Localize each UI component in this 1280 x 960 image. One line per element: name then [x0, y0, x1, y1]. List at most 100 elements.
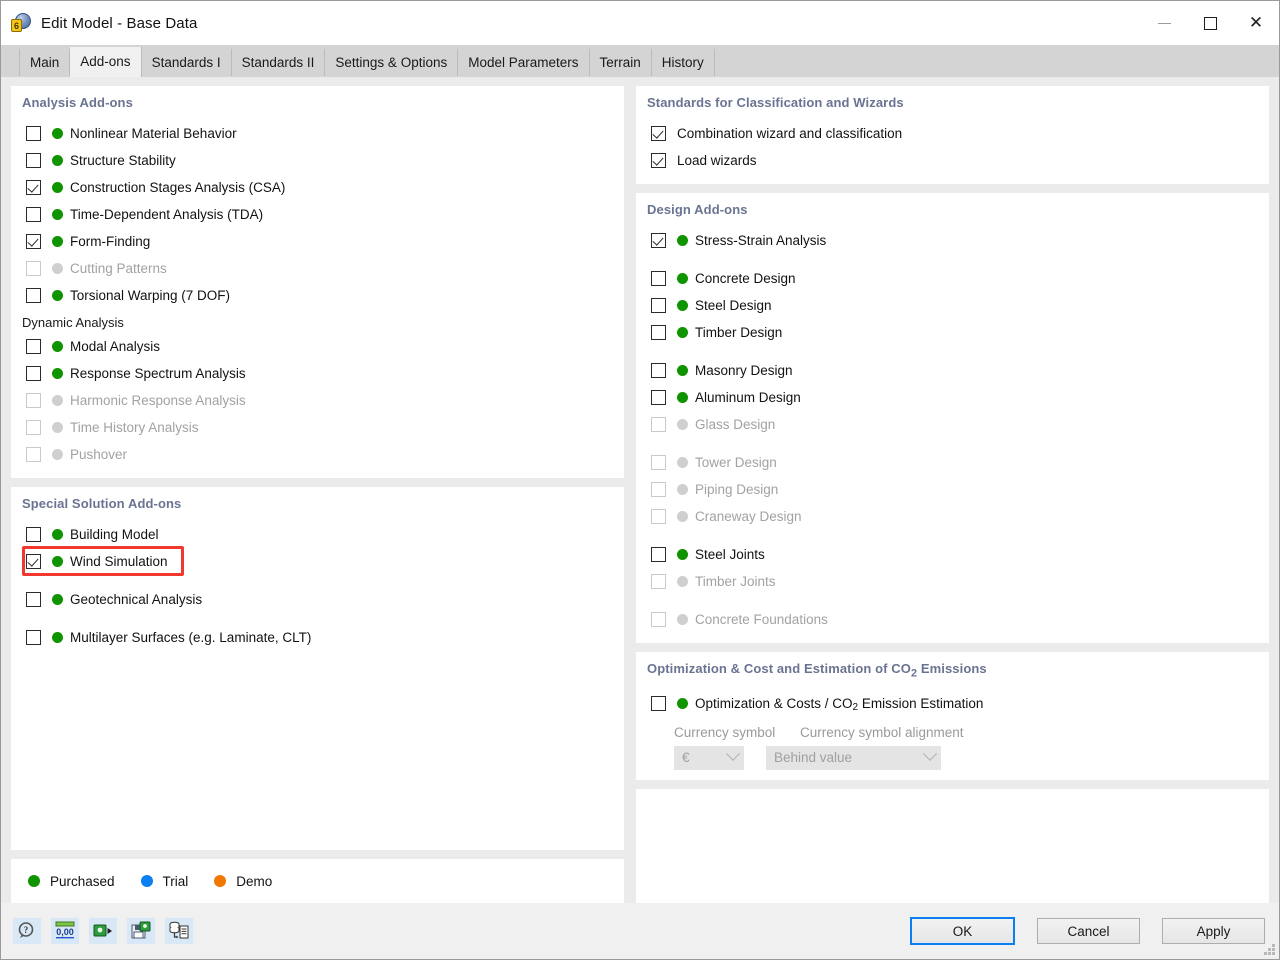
- resize-grip[interactable]: [1264, 944, 1276, 956]
- addon-row-modal-analysis[interactable]: Modal Analysis: [21, 333, 614, 360]
- status-dot-purchased: [677, 235, 688, 246]
- currency-symbol-select[interactable]: €: [674, 746, 744, 770]
- analysis-addons-title: Analysis Add-ons: [22, 95, 614, 110]
- addon-row-combination-wizard-and-classification[interactable]: Combination wizard and classification: [646, 120, 1259, 147]
- optimization-costs-row[interactable]: Optimization & Costs / CO2 Emission Esti…: [646, 690, 1259, 717]
- addon-row-steel-joints[interactable]: Steel Joints: [646, 541, 1259, 568]
- tab-standards-i[interactable]: Standards I: [142, 49, 232, 77]
- addon-row-timber-joints[interactable]: Timber Joints: [646, 568, 1259, 595]
- checkbox-nonlinear-material-behavior[interactable]: [26, 126, 41, 141]
- status-dot-purchased: [52, 209, 63, 220]
- currency-alignment-select[interactable]: Behind value: [766, 746, 941, 770]
- tab-history[interactable]: History: [652, 49, 715, 77]
- checkbox-timber-design[interactable]: [651, 325, 666, 340]
- addon-row-concrete-design[interactable]: Concrete Design: [646, 265, 1259, 292]
- addon-label-harmonic-response-analysis: Harmonic Response Analysis: [70, 393, 246, 408]
- checkbox-steel-design[interactable]: [651, 298, 666, 313]
- tab-model-parameters[interactable]: Model Parameters: [458, 49, 589, 77]
- checkbox-geotechnical-analysis[interactable]: [26, 592, 41, 607]
- addon-row-construction-stages-analysis-csa[interactable]: Construction Stages Analysis (CSA): [21, 174, 614, 201]
- status-dot-purchased: [52, 128, 63, 139]
- addon-row-craneway-design[interactable]: Craneway Design: [646, 503, 1259, 530]
- tab-standards-ii[interactable]: Standards II: [232, 49, 326, 77]
- addon-row-structure-stability[interactable]: Structure Stability: [21, 147, 614, 174]
- checkbox-aluminum-design[interactable]: [651, 390, 666, 405]
- tab-add-ons[interactable]: Add-ons: [70, 47, 141, 77]
- addon-label-timber-design: Timber Design: [695, 325, 782, 340]
- addon-row-harmonic-response-analysis[interactable]: Harmonic Response Analysis: [21, 387, 614, 414]
- status-dot-off: [677, 484, 688, 495]
- checkbox-load-wizards[interactable]: [651, 153, 666, 168]
- apply-button[interactable]: Apply: [1162, 918, 1265, 944]
- status-dot-purchased: [677, 365, 688, 376]
- checkbox-wind-simulation[interactable]: [26, 554, 41, 569]
- chevron-down-icon: [726, 746, 740, 760]
- status-dot-off: [677, 457, 688, 468]
- addon-row-piping-design[interactable]: Piping Design: [646, 476, 1259, 503]
- status-dot-off: [52, 395, 63, 406]
- checkbox-structure-stability[interactable]: [26, 153, 41, 168]
- save-model-icon[interactable]: [127, 918, 155, 944]
- minimize-button[interactable]: [1141, 1, 1187, 45]
- checkbox-construction-stages-analysis-csa[interactable]: [26, 180, 41, 195]
- cancel-button[interactable]: Cancel: [1037, 918, 1140, 944]
- addon-row-form-finding[interactable]: Form-Finding: [21, 228, 614, 255]
- checkbox-building-model[interactable]: [26, 527, 41, 542]
- addon-row-time-dependent-analysis-tda[interactable]: Time-Dependent Analysis (TDA): [21, 201, 614, 228]
- currency-symbol-value: €: [682, 750, 728, 765]
- export-model-icon[interactable]: [89, 918, 117, 944]
- status-dot-purchased: [52, 341, 63, 352]
- addon-row-wind-simulation[interactable]: Wind Simulation: [21, 548, 614, 575]
- dialog-content: Analysis Add-ons Nonlinear Material Beha…: [1, 77, 1279, 903]
- addon-row-time-history-analysis[interactable]: Time History Analysis: [21, 414, 614, 441]
- close-button[interactable]: ✕: [1233, 1, 1279, 45]
- addon-label-building-model: Building Model: [70, 527, 159, 542]
- checkbox-pushover: [26, 447, 41, 462]
- checkbox-concrete-design[interactable]: [651, 271, 666, 286]
- checkbox-stress-strain-analysis[interactable]: [651, 233, 666, 248]
- checkbox-combination-wizard-and-classification[interactable]: [651, 126, 666, 141]
- tab-main[interactable]: Main: [19, 49, 70, 77]
- addon-row-aluminum-design[interactable]: Aluminum Design: [646, 384, 1259, 411]
- checkbox-masonry-design[interactable]: [651, 363, 666, 378]
- help-icon[interactable]: ?: [13, 918, 41, 944]
- addon-row-glass-design[interactable]: Glass Design: [646, 411, 1259, 438]
- addon-row-response-spectrum-analysis[interactable]: Response Spectrum Analysis: [21, 360, 614, 387]
- addon-row-concrete-foundations[interactable]: Concrete Foundations: [646, 606, 1259, 633]
- addon-row-timber-design[interactable]: Timber Design: [646, 319, 1259, 346]
- addon-row-stress-strain-analysis[interactable]: Stress-Strain Analysis: [646, 227, 1259, 254]
- maximize-button[interactable]: [1187, 1, 1233, 45]
- checkbox-multilayer-surfaces-e-g-laminate-clt[interactable]: [26, 630, 41, 645]
- addon-row-multilayer-surfaces-e-g-laminate-clt[interactable]: Multilayer Surfaces (e.g. Laminate, CLT): [21, 624, 614, 651]
- addon-row-pushover[interactable]: Pushover: [21, 441, 614, 468]
- tab-settings-options[interactable]: Settings & Options: [325, 49, 458, 77]
- checkbox-time-dependent-analysis-tda[interactable]: [26, 207, 41, 222]
- addon-row-steel-design[interactable]: Steel Design: [646, 292, 1259, 319]
- standards-classification-title: Standards for Classification and Wizards: [647, 95, 1259, 110]
- addon-row-nonlinear-material-behavior[interactable]: Nonlinear Material Behavior: [21, 120, 614, 147]
- checkbox-form-finding[interactable]: [26, 234, 41, 249]
- addon-row-masonry-design[interactable]: Masonry Design: [646, 357, 1259, 384]
- tab-terrain[interactable]: Terrain: [590, 49, 652, 77]
- optimization-costs-label-sub: 2: [853, 702, 859, 713]
- checkbox-cutting-patterns: [26, 261, 41, 276]
- addon-row-geotechnical-analysis[interactable]: Geotechnical Analysis: [21, 586, 614, 613]
- addon-row-load-wizards[interactable]: Load wizards: [646, 147, 1259, 174]
- checkbox-response-spectrum-analysis[interactable]: [26, 366, 41, 381]
- units-decimal-places-icon[interactable]: 0,00: [51, 918, 79, 944]
- checkbox-modal-analysis[interactable]: [26, 339, 41, 354]
- checkbox-torsional-warping-7-dof[interactable]: [26, 288, 41, 303]
- addon-label-time-history-analysis: Time History Analysis: [70, 420, 199, 435]
- ok-button[interactable]: OK: [910, 917, 1015, 945]
- optimization-title: Optimization & Cost and Estimation of CO…: [647, 661, 1259, 680]
- addon-row-building-model[interactable]: Building Model: [21, 521, 614, 548]
- currency-alignment-value: Behind value: [774, 750, 925, 765]
- legend-item-demo: Demo: [214, 874, 272, 889]
- database-document-icon[interactable]: [165, 918, 193, 944]
- optimization-costs-checkbox[interactable]: [651, 696, 666, 711]
- addon-row-torsional-warping-7-dof[interactable]: Torsional Warping (7 DOF): [21, 282, 614, 309]
- checkbox-steel-joints[interactable]: [651, 547, 666, 562]
- addon-label-aluminum-design: Aluminum Design: [695, 390, 801, 405]
- addon-row-tower-design[interactable]: Tower Design: [646, 449, 1259, 476]
- addon-row-cutting-patterns[interactable]: Cutting Patterns: [21, 255, 614, 282]
